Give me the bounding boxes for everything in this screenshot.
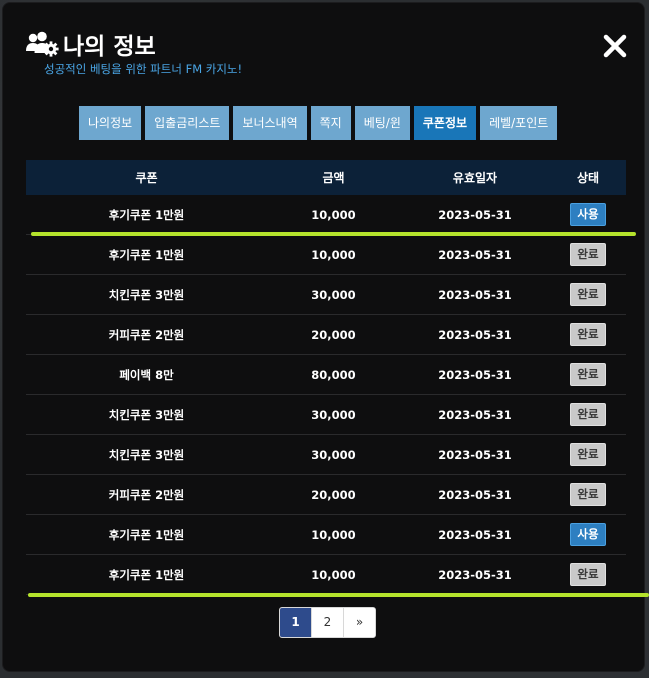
tab-bonus-history[interactable]: 보너스내역 xyxy=(233,106,307,140)
coupon-expiry: 2023-05-31 xyxy=(438,567,512,582)
coupon-table: 쿠폰 금액 유효일자 상태 후기쿠폰 1만원 10,000 2023-05-31… xyxy=(26,160,626,595)
users-gear-icon xyxy=(26,31,59,57)
header-expiry: 유효일자 xyxy=(452,171,498,185)
coupon-expiry: 2023-05-31 xyxy=(438,447,512,462)
table-row: 치킨쿠폰 3만원 30,000 2023-05-31 완료 xyxy=(26,435,626,475)
coupon-name: 커피쿠폰 2만원 xyxy=(108,487,185,502)
highlight-line-bottom xyxy=(28,593,649,597)
status-badge[interactable]: 사용 xyxy=(570,203,606,226)
header-amount: 금액 xyxy=(322,171,345,185)
status-badge[interactable]: 사용 xyxy=(570,523,606,546)
highlight-line-top xyxy=(31,232,636,236)
tab-my-info[interactable]: 나의정보 xyxy=(79,106,142,140)
table-row: 커피쿠폰 2만원 20,000 2023-05-31 완료 xyxy=(26,315,626,355)
page-2-button[interactable]: 2 xyxy=(312,608,344,637)
coupon-expiry: 2023-05-31 xyxy=(438,327,512,342)
table-row: 후기쿠폰 1만원 10,000 2023-05-31 사용 xyxy=(26,515,626,555)
header-status: 상태 xyxy=(576,171,600,185)
tab-level-points[interactable]: 레벨/포인트 xyxy=(480,106,558,140)
page-1-button[interactable]: 1 xyxy=(280,608,312,637)
coupon-name: 치킨쿠폰 3만원 xyxy=(108,447,185,462)
pagination: 1 2 » xyxy=(279,607,376,638)
modal-title: 나의 정보 xyxy=(63,34,156,60)
table-row: 치킨쿠폰 3만원 30,000 2023-05-31 완료 xyxy=(26,395,626,435)
tab-coupon-info[interactable]: 쿠폰정보 xyxy=(413,106,477,140)
coupon-expiry: 2023-05-31 xyxy=(438,367,512,382)
coupon-amount: 20,000 xyxy=(311,487,356,502)
table-row: 페이백 8만 80,000 2023-05-31 완료 xyxy=(26,355,626,395)
coupon-name: 후기쿠폰 1만원 xyxy=(108,567,185,582)
close-icon[interactable] xyxy=(603,34,627,58)
coupon-name: 페이백 8만 xyxy=(119,367,174,382)
coupon-name: 커피쿠폰 2만원 xyxy=(108,327,185,342)
status-badge: 완료 xyxy=(570,243,606,266)
coupon-amount: 30,000 xyxy=(311,287,356,302)
coupon-expiry: 2023-05-31 xyxy=(438,287,512,302)
table-row: 후기쿠폰 1만원 10,000 2023-05-31 완료 xyxy=(26,555,626,595)
status-badge: 완료 xyxy=(570,363,606,386)
coupon-expiry: 2023-05-31 xyxy=(438,487,512,502)
tab-deposit-withdraw-list[interactable]: 입출금리스트 xyxy=(145,106,230,140)
modal-subtitle: 성공적인 베팅을 위한 파트너 FM 카지노! xyxy=(44,62,243,76)
status-badge: 완료 xyxy=(570,563,606,586)
coupon-name: 치킨쿠폰 3만원 xyxy=(108,287,185,302)
tab-messages[interactable]: 쪽지 xyxy=(310,106,351,140)
status-badge: 완료 xyxy=(570,443,606,466)
table-header: 쿠폰 금액 유효일자 상태 xyxy=(26,160,626,195)
coupon-amount: 80,000 xyxy=(311,367,356,382)
next-page-button[interactable]: » xyxy=(344,608,375,637)
coupon-amount: 10,000 xyxy=(311,247,356,262)
coupon-name: 후기쿠폰 1만원 xyxy=(108,207,185,222)
table-row: 치킨쿠폰 3만원 30,000 2023-05-31 완료 xyxy=(26,275,626,315)
coupon-amount: 30,000 xyxy=(311,407,356,422)
coupon-name: 치킨쿠폰 3만원 xyxy=(108,407,185,422)
coupon-expiry: 2023-05-31 xyxy=(438,207,512,222)
table-row: 후기쿠폰 1만원 10,000 2023-05-31 사용 xyxy=(26,195,626,235)
table-row: 후기쿠폰 1만원 10,000 2023-05-31 완료 xyxy=(26,235,626,275)
coupon-expiry: 2023-05-31 xyxy=(438,407,512,422)
coupon-amount: 10,000 xyxy=(311,527,356,542)
coupon-expiry: 2023-05-31 xyxy=(438,247,512,262)
header-coupon: 쿠폰 xyxy=(135,171,158,185)
table-row: 커피쿠폰 2만원 20,000 2023-05-31 완료 xyxy=(26,475,626,515)
tab-bet-win[interactable]: 베팅/윈 xyxy=(354,106,410,140)
status-badge: 완료 xyxy=(570,483,606,506)
info-tabs: 나의정보 입출금리스트 보너스내역 쪽지 베팅/윈 쿠폰정보 레벨/포인트 xyxy=(79,106,558,140)
coupon-amount: 10,000 xyxy=(311,567,356,582)
coupon-amount: 10,000 xyxy=(311,207,356,222)
coupon-amount: 20,000 xyxy=(311,327,356,342)
status-badge: 완료 xyxy=(570,283,606,306)
coupon-amount: 30,000 xyxy=(311,447,356,462)
coupon-name: 후기쿠폰 1만원 xyxy=(108,247,185,262)
status-badge: 완료 xyxy=(570,323,606,346)
my-info-modal: 나의 정보 성공적인 베팅을 위한 파트너 FM 카지노! 나의정보 입출금리스… xyxy=(2,2,649,672)
coupon-expiry: 2023-05-31 xyxy=(438,527,512,542)
status-badge: 완료 xyxy=(570,403,606,426)
coupon-name: 후기쿠폰 1만원 xyxy=(108,527,185,542)
